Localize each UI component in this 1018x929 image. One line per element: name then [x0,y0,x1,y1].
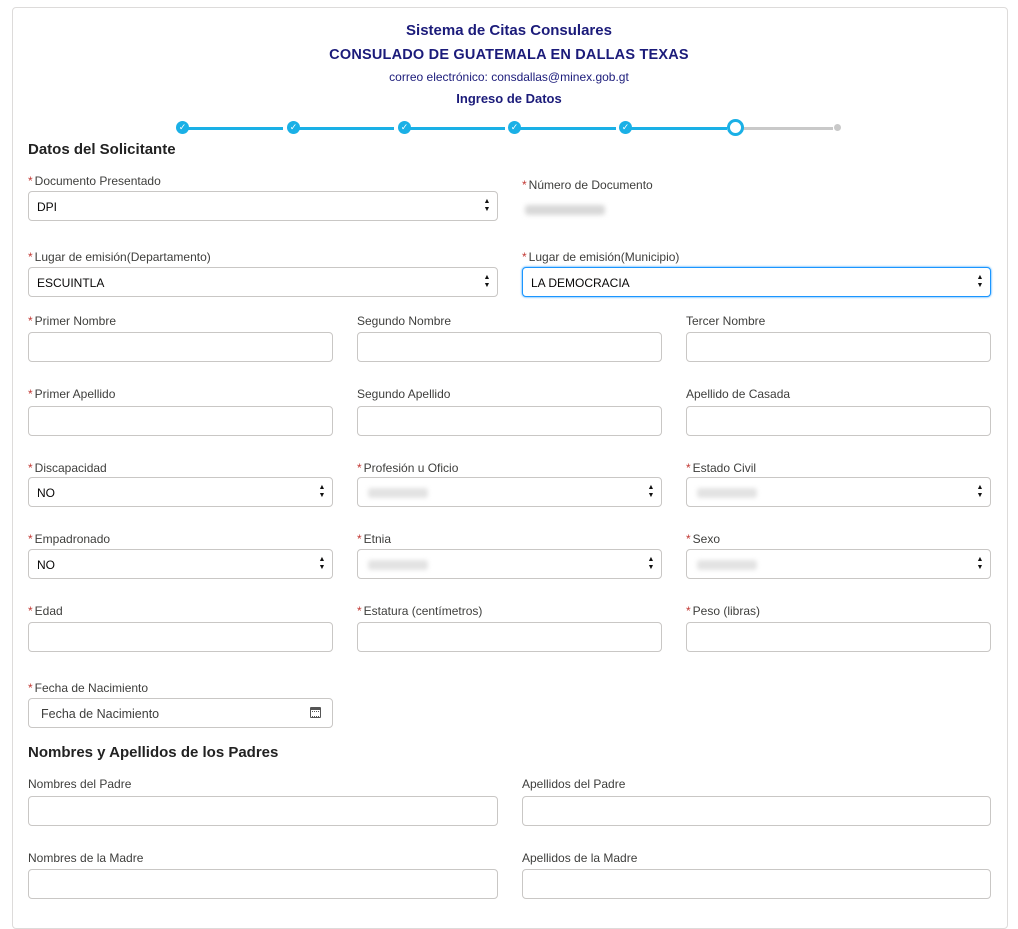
redacted-value [368,488,428,498]
calendar-icon[interactable] [310,707,321,718]
select-arrows-icon: ▲ ▼ [483,198,491,213]
step-complete-check-icon[interactable]: ✓ [176,121,189,134]
select-arrows-icon: ▲ ▼ [318,556,326,571]
apellido-casada-input[interactable] [686,406,991,436]
lugar-municipio-select[interactable]: LA DEMOCRACIA ▲ ▼ [522,267,991,297]
tercer-nombre-input[interactable] [686,332,991,362]
label-documento: * Documento Presentado [28,174,161,188]
select-arrows-icon: ▲ ▼ [318,484,326,499]
label-empadronado: * Empadronado [28,532,111,546]
label-tercer-nombre: Tercer Nombre [686,314,766,328]
fecha-nacimiento-input[interactable]: Fecha de Nacimiento [28,698,333,728]
empadronado-select[interactable]: NO ▲ ▼ [28,549,333,579]
segundo-nombre-input[interactable] [357,332,662,362]
segundo-apellido-input[interactable] [357,406,662,436]
step-connector [186,127,283,130]
label-apellidos-padre: Apellidos del Padre [522,777,626,791]
system-title: Sistema de Citas Consulares [406,22,612,39]
label-etnia: * Etnia [357,532,392,546]
label-edad: * Edad [28,604,63,618]
step-complete-check-icon[interactable]: ✓ [287,121,300,134]
label-nombres-padre: Nombres del Padre [28,777,132,791]
profesion-select[interactable]: ▲ ▼ [357,477,662,507]
discapacidad-select[interactable]: NO ▲ ▼ [28,477,333,507]
sexo-select[interactable]: ▲ ▼ [686,549,991,579]
step-current-icon[interactable] [727,119,744,136]
apellidos-madre-input[interactable] [522,869,991,899]
label-segundo-apellido: Segundo Apellido [357,387,451,401]
label-numero-documento: * Número de Documento [522,178,653,192]
label-estatura: * Estatura (centímetros) [357,604,483,618]
redacted-value [368,560,428,570]
estatura-input[interactable] [357,622,662,652]
redacted-value [697,488,757,498]
select-arrows-icon: ▲ ▼ [647,556,655,571]
label-apellidos-madre: Apellidos de la Madre [522,851,638,865]
section-applicant-title: Datos del Solicitante [28,141,176,158]
lugar-departamento-select[interactable]: ESCUINTLA ▲ ▼ [28,267,498,297]
nombres-padre-input[interactable] [28,796,498,826]
label-fecha-nacimiento: * Fecha de Nacimiento [28,681,149,695]
label-apellido-casada: Apellido de Casada [686,387,791,401]
select-arrows-icon: ▲ ▼ [976,484,984,499]
select-arrows-icon: ▲ ▼ [976,556,984,571]
step-connector [743,127,833,130]
step-title: Ingreso de Datos [456,91,562,106]
label-discapacidad: * Discapacidad [28,461,107,475]
edad-input[interactable] [28,622,333,652]
estado-civil-select[interactable]: ▲ ▼ [686,477,991,507]
label-profesion: * Profesión u Oficio [357,461,459,475]
step-connector [630,127,727,130]
label-lugar-departamento: * Lugar de emisión(Departamento) [28,250,211,264]
label-estado-civil: * Estado Civil [686,461,757,475]
label-nombres-madre: Nombres de la Madre [28,851,144,865]
label-primer-nombre: * Primer Nombre [28,314,117,328]
step-complete-check-icon[interactable]: ✓ [508,121,521,134]
label-sexo: * Sexo [686,532,721,546]
label-primer-apellido: * Primer Apellido [28,387,116,401]
select-arrows-icon: ▲ ▼ [647,484,655,499]
section-parents-title: Nombres y Apellidos de los Padres [28,744,279,761]
label-peso: * Peso (libras) [686,604,761,618]
redacted-value [697,560,757,570]
step-pending-icon[interactable] [834,124,841,131]
step-connector [408,127,505,130]
primer-apellido-input[interactable] [28,406,333,436]
etnia-select[interactable]: ▲ ▼ [357,549,662,579]
consulate-email: correo electrónico: consdallas@minex.gob… [389,70,629,84]
consulate-title: CONSULADO DE GUATEMALA EN DALLAS TEXAS [329,47,689,63]
peso-input[interactable] [686,622,991,652]
nombres-madre-input[interactable] [28,869,498,899]
step-connector [519,127,616,130]
select-arrows-icon: ▲ ▼ [483,274,491,289]
select-arrows-icon: ▲ ▼ [976,274,984,289]
label-lugar-municipio: * Lugar de emisión(Municipio) [522,250,680,264]
step-complete-check-icon[interactable]: ✓ [619,121,632,134]
apellidos-padre-input[interactable] [522,796,991,826]
primer-nombre-input[interactable] [28,332,333,362]
numero-documento-value-redacted [525,205,605,215]
label-segundo-nombre: Segundo Nombre [357,314,452,328]
progress-stepper: ✓ ✓ ✓ ✓ ✓ [176,119,856,136]
documento-select[interactable]: DPI ▲ ▼ [28,191,498,221]
step-complete-check-icon[interactable]: ✓ [398,121,411,134]
step-connector [297,127,394,130]
